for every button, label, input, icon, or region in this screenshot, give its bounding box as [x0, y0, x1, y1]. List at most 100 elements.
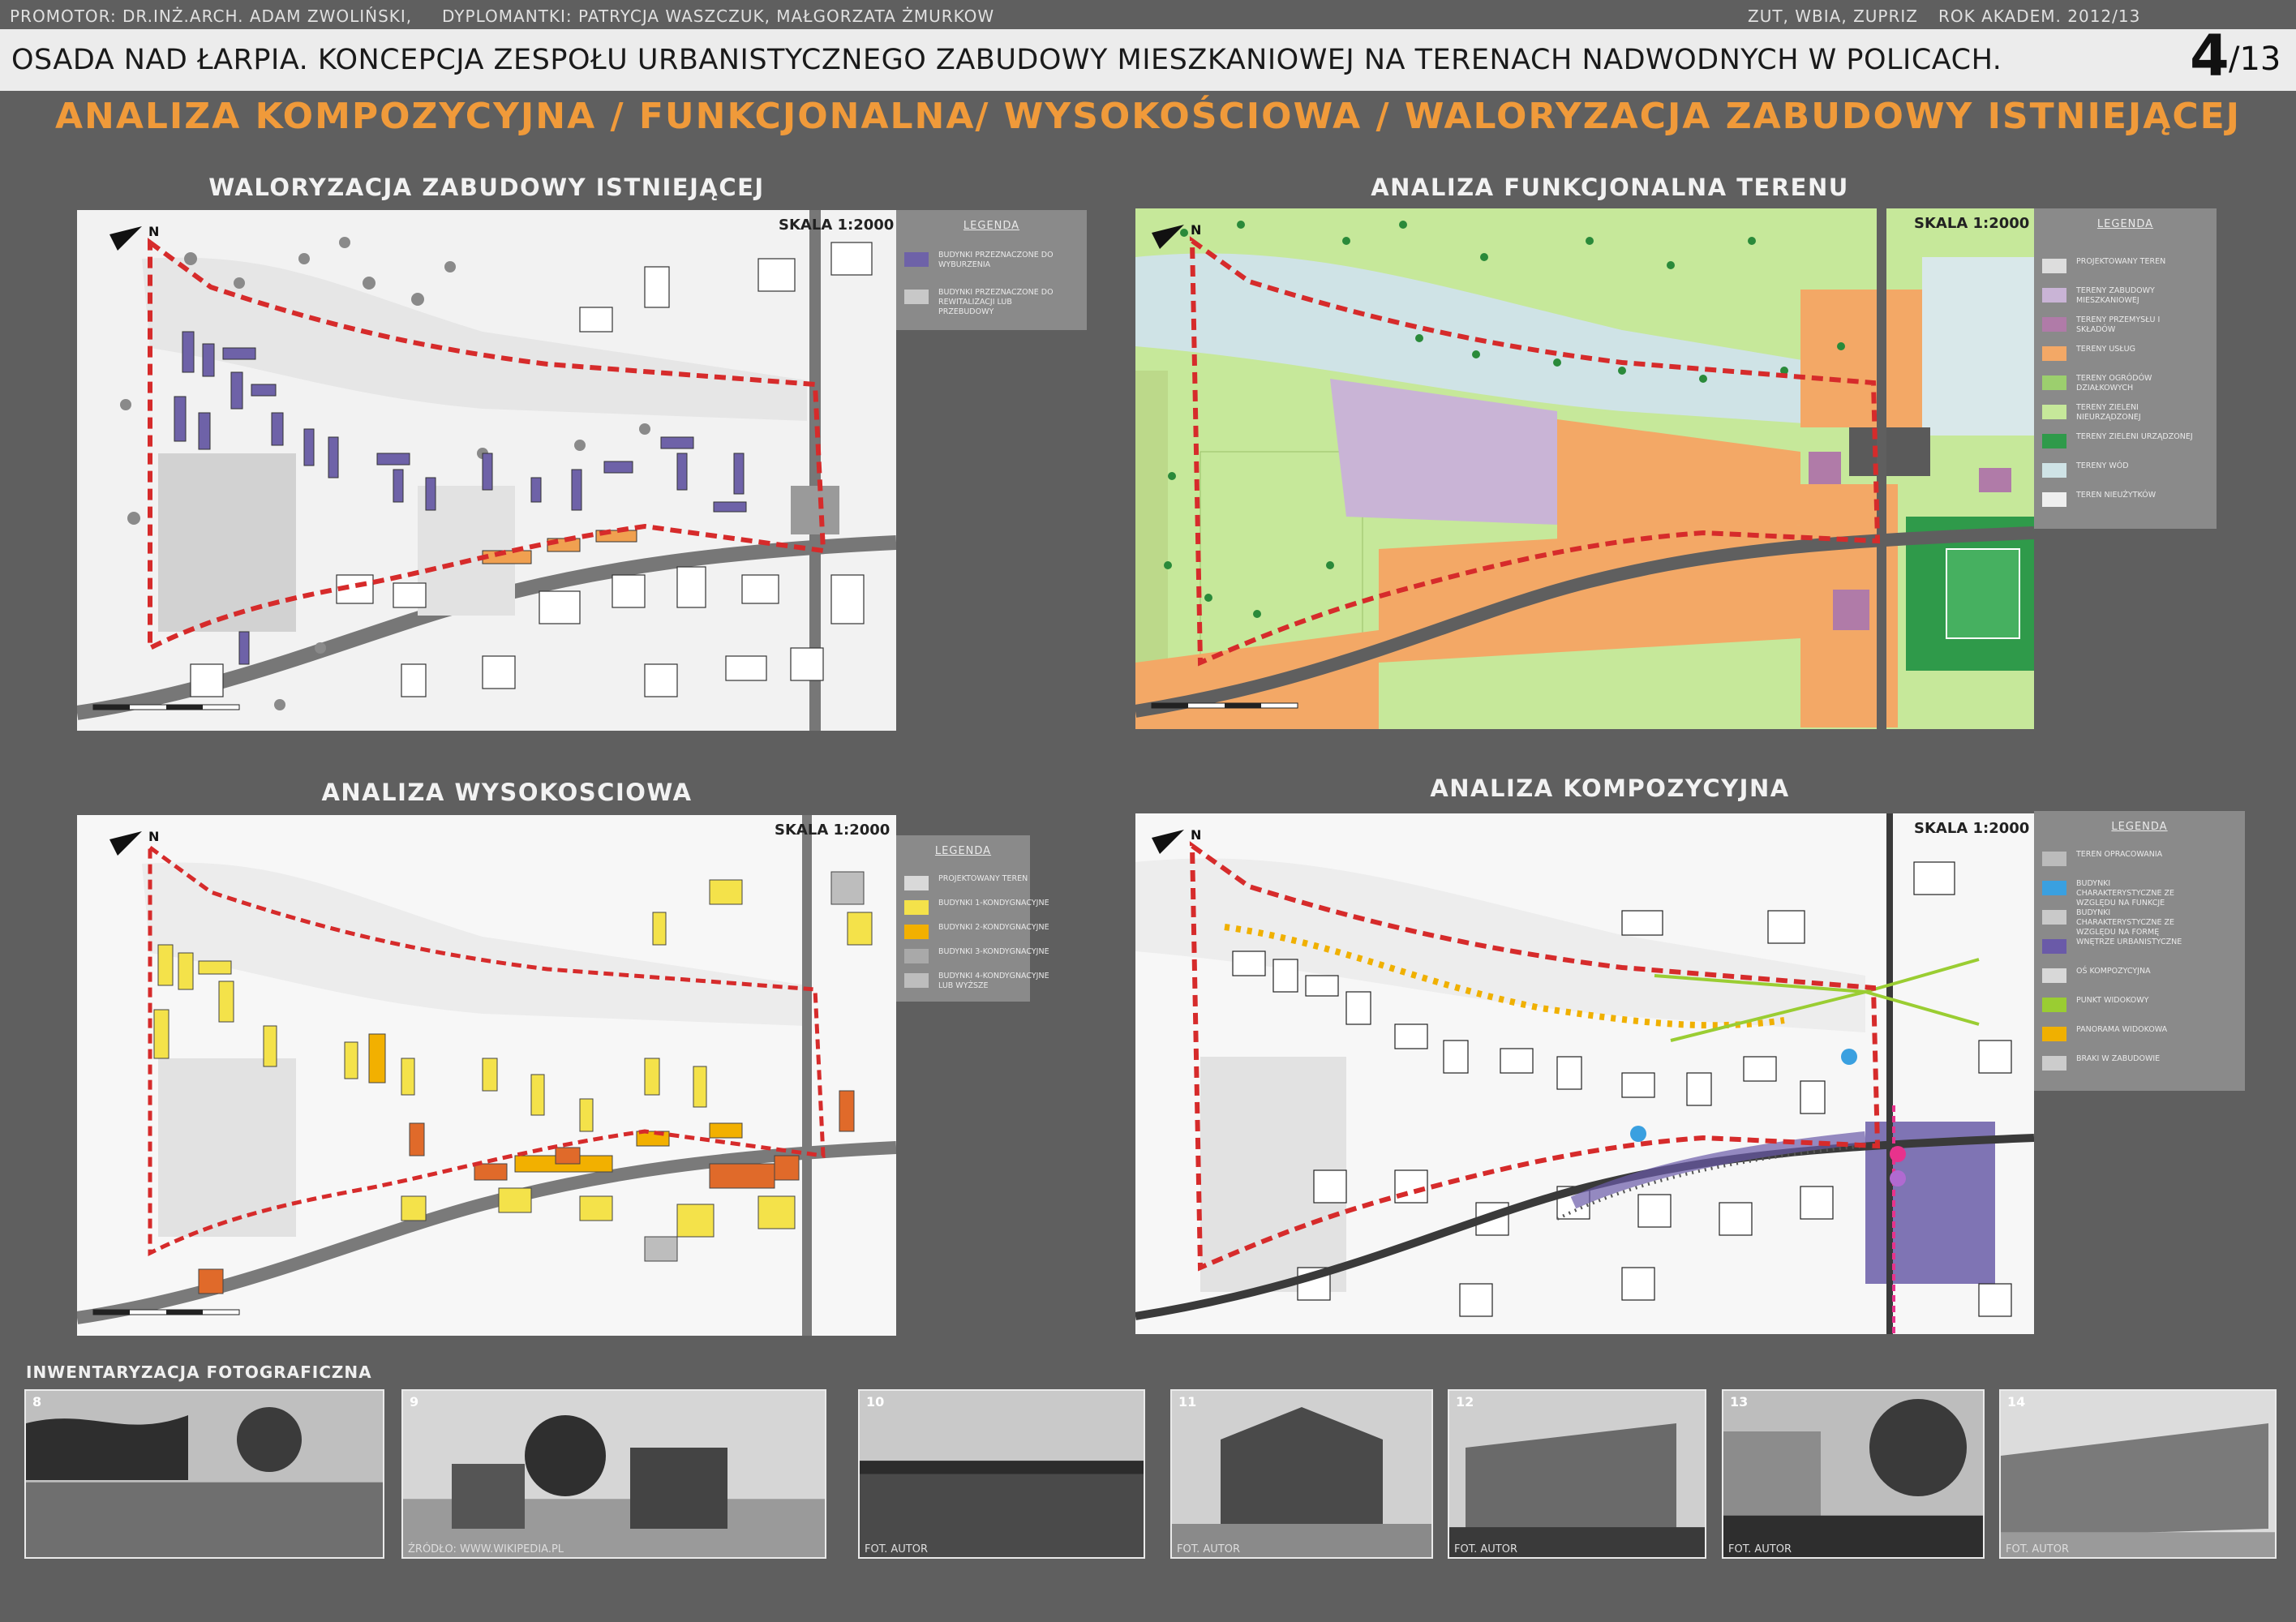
legend-swatch — [2042, 288, 2066, 303]
photo-image — [1172, 1391, 1431, 1557]
legend-item-label: TERENY ZIELENI URZĄDZONEJ — [2076, 432, 2193, 441]
legend-swatch — [904, 876, 929, 890]
legend-swatch — [2042, 968, 2066, 983]
year-text: ROK AKADEM. 2012/13 — [1938, 6, 2141, 26]
legend-item-label: BUDYNKI PRZEZNACZONE DO WYBURZENIA — [938, 251, 1054, 269]
legend-item-label: PROJEKTOWANY TEREN — [2076, 257, 2166, 266]
institution-text: ZUT, WBIA, ZUPRIZ — [1748, 6, 1918, 26]
legend-swatch — [2042, 910, 2066, 925]
photo-image — [1723, 1391, 1983, 1557]
legend-swatch — [2042, 317, 2066, 332]
photo-image — [1449, 1391, 1705, 1557]
legend-item-label: TERENY USŁUG — [2076, 345, 2135, 354]
legend-swatch — [2042, 1027, 2066, 1041]
photo-caption: FOT. AUTOR — [1177, 1543, 1240, 1555]
legend-wysokosciowa: LEGENDA PROJEKTOWANY TEREN BUDYNKI 1-KOND… — [896, 835, 1049, 1002]
legend-swatch — [904, 949, 929, 963]
panel-title-kompozycyjna: ANALIZA KOMPOZYCYJNA — [1430, 775, 1790, 802]
scale-label: SKALA 1:2000 — [779, 217, 895, 234]
legend-item-label: TEREN OPRACOWANIA — [2076, 850, 2163, 859]
legend-swatch — [2042, 939, 2066, 954]
legend-swatch — [2042, 434, 2066, 448]
legend-swatch — [2042, 852, 2066, 866]
legend-item-label: WNĘTRZE URBANISTYCZNE — [2076, 938, 2182, 946]
legend-item-label: BUDYNKI 2-KONDYGNACYJNE — [938, 923, 1049, 932]
legend-item-label: PUNKT WIDOKOWY — [2076, 996, 2149, 1005]
legend-item-label: BUDYNKI 4-KONDYGNACYJNE LUB WYŻSZE — [938, 972, 1049, 990]
legend-swatch — [904, 252, 929, 267]
photo-13: 13 FOT. AUTOR — [1722, 1389, 1985, 1559]
scale-label: SKALA 1:2000 — [1914, 820, 2030, 837]
photo-caption: FOT. AUTOR — [865, 1543, 928, 1555]
legend-title: LEGENDA — [2096, 218, 2154, 230]
photo-image — [860, 1391, 1144, 1557]
photo-12: 12 FOT. AUTOR — [1448, 1389, 1706, 1559]
photo-number: 11 — [1178, 1394, 1197, 1410]
photo-image — [2001, 1391, 2275, 1557]
legend-title: LEGENDA — [963, 220, 1020, 232]
photo-number: 13 — [1730, 1394, 1749, 1410]
svg-text:N: N — [1191, 222, 1201, 238]
scale-label: SKALA 1:2000 — [775, 822, 891, 839]
photo-number: 10 — [866, 1394, 885, 1410]
map-funkcjonalna: N SKALA 1:2000 — [1135, 208, 2034, 729]
legend-swatch — [2042, 346, 2066, 361]
credits-bar: PROMOTOR: DR.INŻ.ARCH. ADAM ZWOLIŃSKI, D… — [0, 0, 2296, 29]
photo-number: 8 — [32, 1394, 42, 1410]
legend-waloryzacja: LEGENDA BUDYNKI PRZEZNACZONE DO WYBURZEN… — [896, 210, 1087, 330]
legend-swatch — [2042, 1056, 2066, 1071]
legend-item-label: TERENY ZABUDOWY MIESZKANIOWEJ — [2076, 286, 2155, 305]
legend-item-label: OŚ KOMPOZYCYJNA — [2076, 967, 2151, 976]
photo-image — [403, 1391, 825, 1557]
legend-swatch — [2042, 881, 2066, 895]
legend-swatch — [2042, 375, 2066, 390]
legend-swatch — [904, 290, 929, 304]
photo-section-label: INWENTARYZACJA FOTOGRAFICZNA — [26, 1362, 372, 1382]
map-kompozycyjna: N SKALA 1:2000 — [1135, 813, 2034, 1334]
photo-caption: ŹRÓDŁO: WWW.WIKIPEDIA.PL — [408, 1543, 564, 1555]
map-wysokosciowa: N SKALA 1:2000 — [77, 815, 896, 1336]
legend-item-label: TERENY OGRÓDÓW DZIAŁKOWYCH — [2076, 374, 2152, 393]
photo-8: 8 — [24, 1389, 384, 1559]
legend-swatch — [2042, 492, 2066, 507]
legend-item-label: TEREN NIEUŻYTKÓW — [2076, 491, 2157, 500]
legend-item-label: TERENY PRZEMYSŁU I SKŁADÓW — [2076, 315, 2161, 334]
svg-text:N: N — [148, 829, 159, 844]
legend-swatch — [2042, 405, 2066, 419]
photo-number: 9 — [410, 1394, 419, 1410]
legend-swatch — [2042, 259, 2066, 273]
legend-item-label: BUDYNKI PRZEZNACZONE DO REWITALIZACJI LU… — [938, 288, 1054, 316]
legend-swatch — [904, 973, 929, 988]
legend-swatch — [904, 900, 929, 915]
panel-title-wysokosciowa: ANALIZA WYSOKOSCIOWA — [321, 779, 693, 806]
map-waloryzacja: N SKALA 1:2000 — [77, 210, 896, 731]
page-total: /13 — [2229, 41, 2281, 78]
photo-9: 9 ŹRÓDŁO: WWW.WIKIPEDIA.PL — [401, 1389, 826, 1559]
promotor-text: PROMOTOR: DR.INŻ.ARCH. ADAM ZWOLIŃSKI, — [10, 6, 413, 26]
page-number: 4 — [2190, 23, 2229, 89]
legend-item-label: PANORAMA WIDOKOWA — [2076, 1025, 2168, 1034]
photo-11: 11 FOT. AUTOR — [1170, 1389, 1433, 1559]
legend-title: LEGENDA — [2111, 821, 2168, 833]
legend-item-label: BUDYNKI CHARAKTERYSTYCZNE ZE WZGLĘDU NA … — [2076, 908, 2174, 937]
svg-text:N: N — [148, 224, 159, 239]
legend-item-label: BRAKI W ZABUDOWIE — [2076, 1054, 2161, 1063]
legend-item-label: TERENY WÓD — [2076, 461, 2129, 470]
legend-item-label: BUDYNKI 1-KONDYGNACYJNE — [938, 899, 1049, 908]
page-title: OSADA NAD ŁARPIA. KONCEPCJA ZESPOŁU URBA… — [11, 44, 2002, 76]
photo-14: 14 FOT. AUTOR — [1999, 1389, 2277, 1559]
photo-number: 14 — [2007, 1394, 2026, 1410]
legend-swatch — [2042, 463, 2066, 478]
panel-title-waloryzacja: WALORYZACJA ZABUDOWY ISTNIEJĄCEJ — [208, 174, 765, 201]
legend-kompozycyjna: LEGENDA TEREN OPRACOWANIA BUDYNKI CHARAKT… — [2034, 811, 2245, 1091]
legend-item-label: PROJEKTOWANY TEREN — [938, 874, 1028, 883]
legend-item-label: BUDYNKI CHARAKTERYSTYCZNE ZE WZGLĘDU NA … — [2076, 879, 2174, 908]
legend-item-label: TERENY ZIELENI NIEURZĄDZONEJ — [2076, 403, 2141, 422]
photo-caption: FOT. AUTOR — [1454, 1543, 1517, 1555]
dyplomantki-text: DYPLOMANTKI: PATRYCJA WASZCZUK, MAŁGORZA… — [442, 6, 995, 26]
photo-number: 12 — [1456, 1394, 1474, 1410]
photo-caption: FOT. AUTOR — [2006, 1543, 2069, 1555]
svg-text:N: N — [1191, 827, 1201, 843]
legend-funkcjonalna: LEGENDA PROJEKTOWANY TEREN TERENY ZABUDOW… — [2034, 208, 2217, 529]
legend-swatch — [2042, 998, 2066, 1012]
